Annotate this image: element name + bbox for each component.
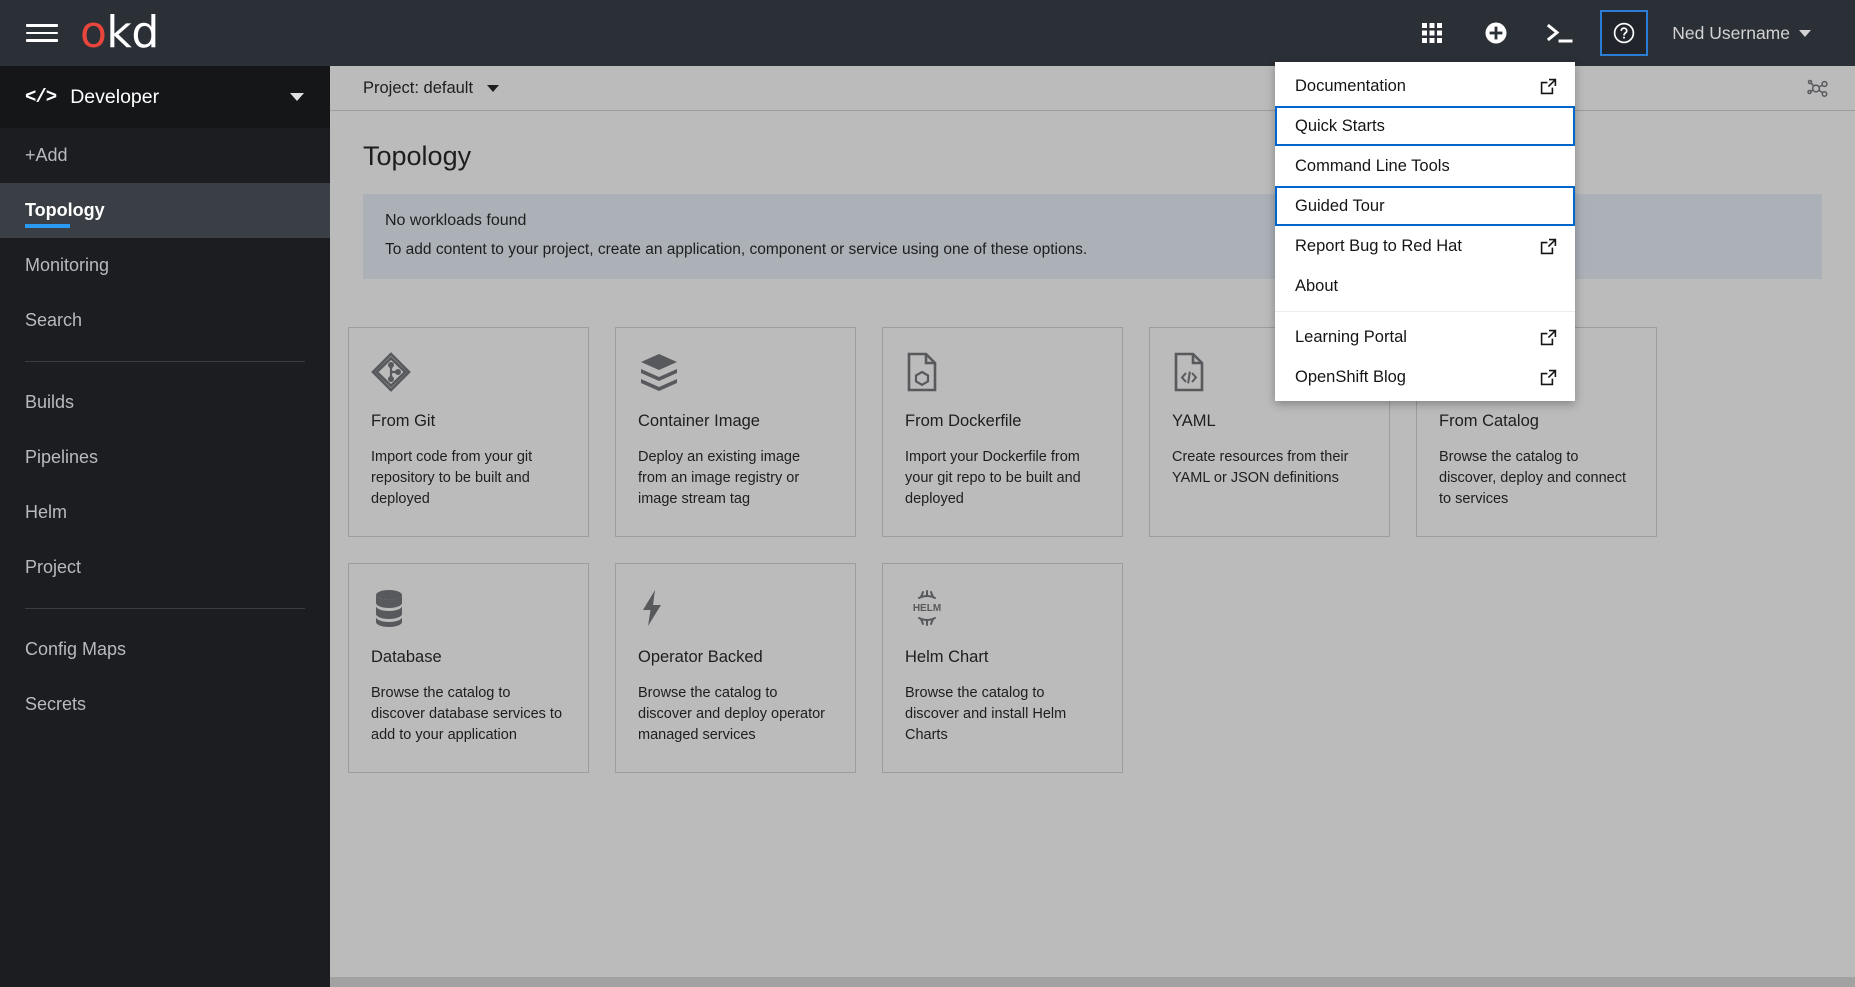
perspective-switcher[interactable]: </> Developer (0, 66, 330, 128)
sidebar: </> Developer +Add Topology Monitoring S… (0, 66, 330, 987)
external-link-icon (1540, 78, 1557, 95)
menu-item-label: Documentation (1295, 76, 1406, 95)
external-link-icon (1540, 369, 1557, 386)
sidebar-divider (25, 361, 305, 362)
plus-circle-icon[interactable] (1472, 10, 1520, 56)
external-link-icon (1540, 238, 1557, 255)
menu-item-report-bug[interactable]: Report Bug to Red Hat (1275, 226, 1575, 266)
menu-item-label: OpenShift Blog (1295, 367, 1406, 386)
sidebar-item-secrets[interactable]: Secrets (0, 677, 330, 732)
user-menu[interactable]: Ned Username (1672, 23, 1811, 44)
menu-item-quick-starts[interactable]: Quick Starts (1275, 106, 1575, 146)
sidebar-item-pipelines[interactable]: Pipelines (0, 430, 330, 485)
menu-item-label: Quick Starts (1295, 116, 1385, 135)
chevron-down-icon (290, 93, 304, 101)
menu-item-guided-tour[interactable]: Guided Tour (1275, 186, 1575, 226)
menu-item-label: Learning Portal (1295, 327, 1407, 346)
menu-item-learning-portal[interactable]: Learning Portal (1275, 317, 1575, 357)
menu-item-about[interactable]: About (1275, 266, 1575, 306)
sidebar-item-config-maps[interactable]: Config Maps (0, 622, 330, 677)
menu-item-command-line-tools[interactable]: Command Line Tools (1275, 146, 1575, 186)
sidebar-item-search[interactable]: Search (0, 293, 330, 348)
sidebar-divider (25, 608, 305, 609)
external-link-icon (1540, 329, 1557, 346)
help-icon[interactable] (1600, 10, 1649, 56)
modal-backdrop[interactable] (330, 66, 1855, 987)
chevron-down-icon (1799, 29, 1811, 37)
okd-console-window: o kd Ned Username </> Developer +Add Top… (0, 0, 1855, 987)
sidebar-item-topology[interactable]: Topology (0, 183, 330, 238)
sidebar-nav-list: +Add Topology Monitoring Search Builds P… (0, 128, 330, 732)
modal-backdrop-bottom (330, 977, 1855, 987)
menu-item-openshift-blog[interactable]: OpenShift Blog (1275, 357, 1575, 397)
terminal-icon[interactable] (1536, 10, 1584, 56)
sidebar-item-add[interactable]: +Add (0, 128, 330, 183)
menu-divider (1275, 311, 1575, 312)
sidebar-item-project[interactable]: Project (0, 540, 330, 595)
logo-kd: kd (106, 7, 159, 58)
menu-item-documentation[interactable]: Documentation (1275, 66, 1575, 106)
masthead-tools: Ned Username (1400, 0, 1855, 66)
logo-o: o (80, 7, 107, 58)
sidebar-item-monitoring[interactable]: Monitoring (0, 238, 330, 293)
perspective-label: Developer (70, 85, 160, 108)
help-dropdown-menu: Documentation Quick Starts Command Line … (1275, 62, 1575, 401)
okd-logo[interactable]: o kd (80, 11, 159, 55)
sidebar-item-builds[interactable]: Builds (0, 375, 330, 430)
global-nav-toggle-icon[interactable] (26, 20, 58, 46)
application-launcher-icon[interactable] (1408, 10, 1456, 56)
masthead: o kd Ned Username (0, 0, 1855, 66)
sidebar-item-helm[interactable]: Helm (0, 485, 330, 540)
username-label: Ned Username (1672, 22, 1790, 43)
menu-item-label: Guided Tour (1295, 196, 1385, 215)
menu-item-label: Command Line Tools (1295, 156, 1450, 175)
code-icon: </> (25, 86, 57, 108)
menu-item-label: About (1295, 276, 1339, 295)
menu-item-label: Report Bug to Red Hat (1295, 236, 1462, 255)
